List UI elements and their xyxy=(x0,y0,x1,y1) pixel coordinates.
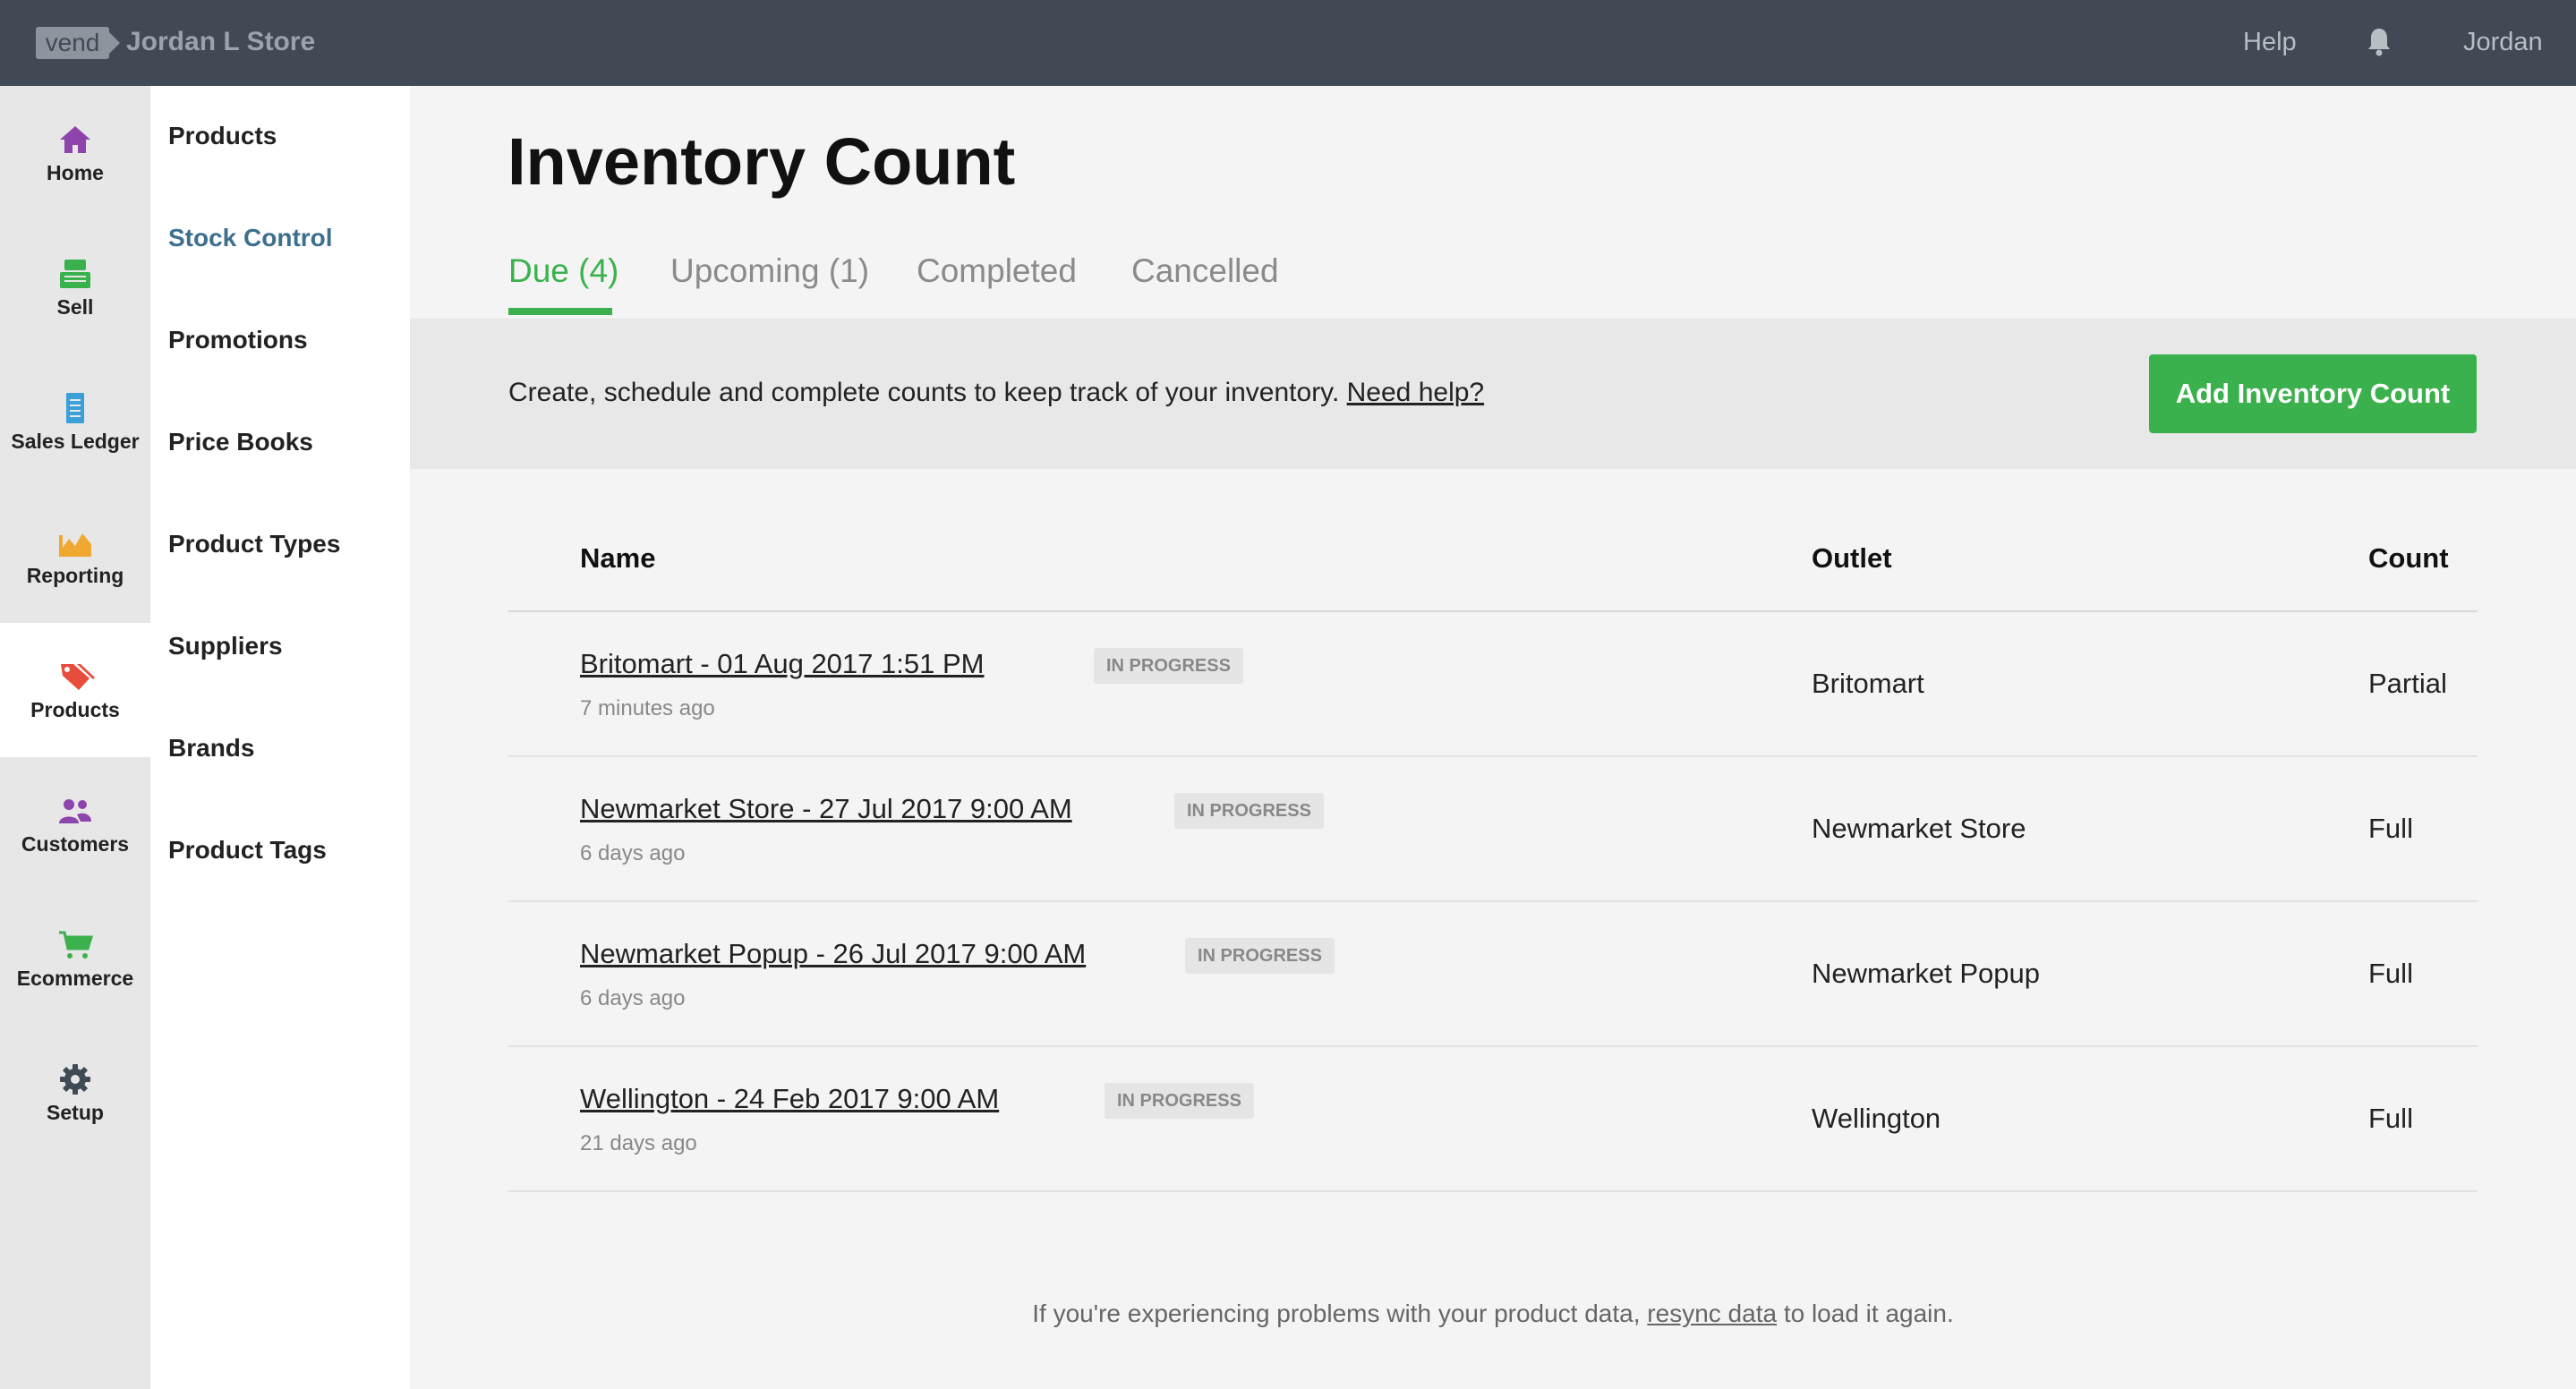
nav-ecommerce-label: Ecommerce xyxy=(16,967,134,990)
resync-note: If you're experiencing problems with you… xyxy=(410,1300,2576,1328)
nav-sales-ledger-label: Sales Ledger xyxy=(11,430,140,453)
table-row[interactable]: Wellington - 24 Feb 2017 9:00 AM IN PROG… xyxy=(508,1047,2478,1192)
add-inventory-count-button[interactable]: Add Inventory Count xyxy=(2149,354,2477,433)
users-icon xyxy=(59,799,91,823)
status-badge: IN PROGRESS xyxy=(1185,938,1335,974)
top-bar: vend Jordan L Store Help Jordan xyxy=(0,0,2576,86)
nav-setup[interactable]: Setup xyxy=(0,1026,150,1160)
status-badge: IN PROGRESS xyxy=(1105,1083,1254,1119)
nav-products-label: Products xyxy=(30,698,120,721)
info-bar: Create, schedule and complete counts to … xyxy=(410,319,2576,469)
subnav-product-types[interactable]: Product Types xyxy=(168,530,340,558)
nav-reporting[interactable]: Reporting xyxy=(0,489,150,623)
subnav-promotions[interactable]: Promotions xyxy=(168,326,308,354)
table-row[interactable]: Britomart - 01 Aug 2017 1:51 PM IN PROGR… xyxy=(508,612,2478,757)
gear-icon xyxy=(60,1064,90,1095)
table-row[interactable]: Newmarket Store - 27 Jul 2017 9:00 AM IN… xyxy=(508,757,2478,902)
status-badge: IN PROGRESS xyxy=(1094,648,1243,684)
main-content: Inventory Count Due (4) Upcoming (1) Com… xyxy=(410,86,2576,1389)
status-badge: IN PROGRESS xyxy=(1174,793,1324,829)
nav-sell[interactable]: Sell xyxy=(0,220,150,354)
tag-icon xyxy=(61,664,95,690)
page-title: Inventory Count xyxy=(508,124,1016,199)
tab-upcoming[interactable]: Upcoming (1) xyxy=(670,252,869,290)
subnav-suppliers[interactable]: Suppliers xyxy=(168,632,283,660)
products-subnav: Products Stock Control Promotions Price … xyxy=(150,86,410,1389)
row-count-type: Full xyxy=(2368,813,2413,844)
nav-customers-label: Customers xyxy=(21,832,130,856)
nav-customers[interactable]: Customers xyxy=(0,757,150,891)
nav-home[interactable]: Home xyxy=(0,86,150,220)
info-text: Create, schedule and complete counts to … xyxy=(508,378,1484,408)
row-timestamp: 7 minutes ago xyxy=(580,696,715,720)
subnav-stock-control[interactable]: Stock Control xyxy=(168,224,333,252)
count-name-link[interactable]: Britomart - 01 Aug 2017 1:51 PM xyxy=(580,648,984,680)
register-icon xyxy=(60,260,90,288)
table-row[interactable]: Newmarket Popup - 26 Jul 2017 9:00 AM IN… xyxy=(508,902,2478,1047)
count-name-link[interactable]: Newmarket Popup - 26 Jul 2017 9:00 AM xyxy=(580,938,1086,970)
ledger-icon xyxy=(66,393,84,423)
chart-icon xyxy=(59,533,91,557)
count-name-link[interactable]: Wellington - 24 Feb 2017 9:00 AM xyxy=(580,1083,999,1115)
column-header-outlet: Outlet xyxy=(1812,542,1892,574)
cart-icon xyxy=(59,931,94,959)
bell-icon[interactable] xyxy=(2366,27,2393,57)
user-menu[interactable]: Jordan xyxy=(2463,28,2543,57)
resync-note-after: to load it again. xyxy=(1783,1300,1954,1327)
column-header-count: Count xyxy=(2368,542,2449,574)
main-nav-rail: Home Sell Sales Ledger Reporting Product… xyxy=(0,86,150,1389)
nav-reporting-label: Reporting xyxy=(26,564,124,587)
nav-sales-ledger[interactable]: Sales Ledger xyxy=(0,354,150,489)
row-count-type: Full xyxy=(2368,1103,2413,1134)
column-header-name: Name xyxy=(580,542,656,574)
vend-logo[interactable]: vend xyxy=(36,27,120,59)
subnav-products[interactable]: Products xyxy=(168,122,277,150)
row-outlet: Britomart xyxy=(1812,668,1924,699)
nav-products[interactable]: Products xyxy=(0,623,150,757)
count-name-link[interactable]: Newmarket Store - 27 Jul 2017 9:00 AM xyxy=(580,793,1072,825)
help-link[interactable]: Help xyxy=(2243,28,2297,57)
subnav-product-tags[interactable]: Product Tags xyxy=(168,836,327,865)
subnav-brands[interactable]: Brands xyxy=(168,734,254,763)
home-icon xyxy=(60,126,90,153)
row-timestamp: 6 days ago xyxy=(580,841,686,865)
info-description: Create, schedule and complete counts to … xyxy=(508,378,1340,407)
row-outlet: Wellington xyxy=(1812,1103,1941,1134)
nav-sell-label: Sell xyxy=(56,295,94,319)
store-name[interactable]: Jordan L Store xyxy=(126,27,315,57)
nav-ecommerce[interactable]: Ecommerce xyxy=(0,891,150,1026)
nav-home-label: Home xyxy=(47,161,104,184)
subnav-price-books[interactable]: Price Books xyxy=(168,428,313,456)
active-tab-indicator xyxy=(508,308,612,315)
need-help-link[interactable]: Need help? xyxy=(1347,378,1484,407)
row-outlet: Newmarket Store xyxy=(1812,813,2026,844)
row-timestamp: 21 days ago xyxy=(580,1131,697,1155)
tab-cancelled[interactable]: Cancelled xyxy=(1131,252,1279,290)
row-count-type: Full xyxy=(2368,958,2413,989)
tab-completed[interactable]: Completed xyxy=(917,252,1077,290)
nav-setup-label: Setup xyxy=(47,1101,104,1124)
row-timestamp: 6 days ago xyxy=(580,986,686,1010)
resync-note-before: If you're experiencing problems with you… xyxy=(1032,1300,1641,1327)
tab-due[interactable]: Due (4) xyxy=(508,252,618,290)
row-outlet: Newmarket Popup xyxy=(1812,958,2041,989)
row-count-type: Partial xyxy=(2368,668,2447,699)
resync-data-link[interactable]: resync data xyxy=(1647,1300,1777,1327)
